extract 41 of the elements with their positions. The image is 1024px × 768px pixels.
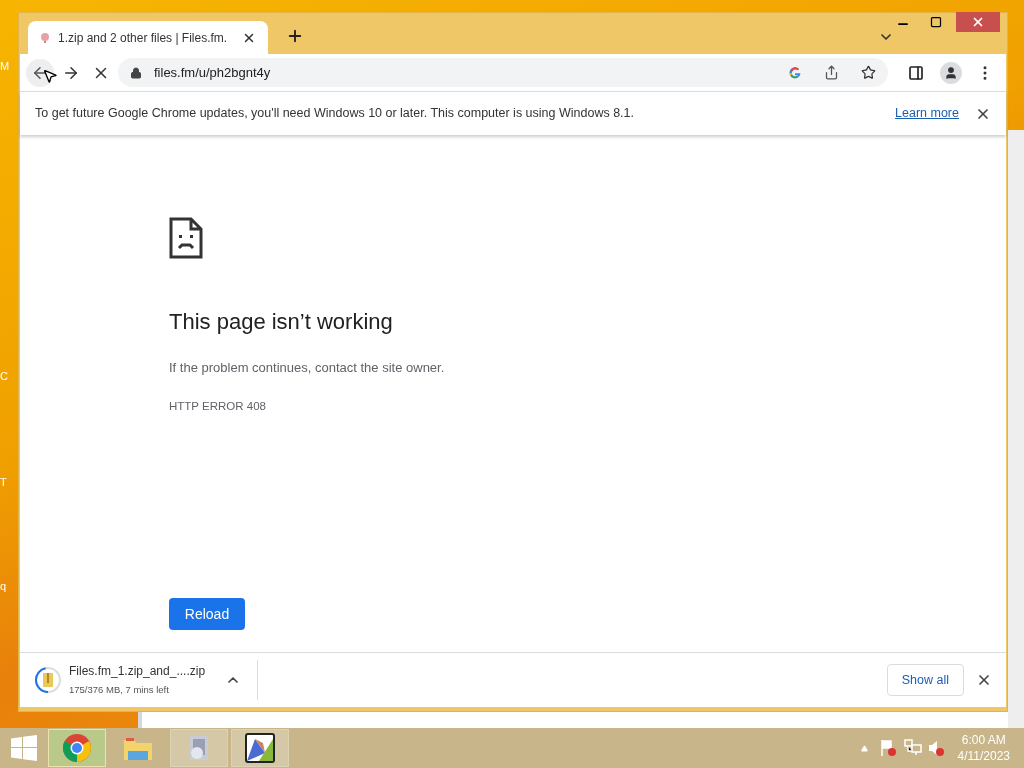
- desktop-icon-label: T: [0, 475, 8, 490]
- download-status: 175/376 MB, 7 mins left: [69, 683, 170, 698]
- error-message: If the problem continues, contact the site owner.: [169, 359, 446, 377]
- lock-icon: [130, 66, 142, 79]
- browser-tab[interactable]: 1.zip and 2 other files | Files.fm.: [28, 21, 268, 54]
- taskbar-app[interactable]: [231, 729, 289, 767]
- favicon-icon: [40, 32, 50, 43]
- google-icon[interactable]: [788, 65, 802, 80]
- desktop-icon-label: q: [0, 579, 8, 594]
- desktop-icon-label: M: [0, 59, 10, 74]
- bookmark-star-icon[interactable]: [861, 65, 876, 80]
- download-progress-ring: [34, 666, 62, 694]
- close-icon[interactable]: [976, 672, 992, 688]
- download-filename: Files.fm_1.zip_and_....zip: [69, 663, 207, 681]
- tab-title: 1.zip and 2 other files | Files.fm.: [58, 29, 229, 47]
- mouse-pointer-icon: [42, 68, 58, 84]
- flag-error-icon[interactable]: [879, 739, 898, 757]
- address-bar[interactable]: files.fm/u/ph2bgnt4y: [118, 58, 888, 87]
- clock-date: 4/11/2023: [957, 748, 1010, 764]
- mountain-chart-icon: [245, 733, 275, 763]
- chrome-icon: [62, 733, 92, 763]
- error-code: HTTP ERROR 408: [169, 398, 267, 414]
- person-icon: [944, 65, 958, 80]
- desktop-icon-label: C: [0, 369, 9, 384]
- speaker-muted-icon[interactable]: [927, 739, 946, 757]
- error-title: This page isn’t working: [169, 308, 394, 336]
- clock-time: 6:00 AM: [961, 732, 1006, 748]
- close-icon: [971, 15, 985, 29]
- windows-logo-icon: [11, 735, 37, 761]
- side-panel-icon[interactable]: [908, 64, 924, 81]
- learn-more-link[interactable]: Learn more: [895, 104, 959, 123]
- share-icon[interactable]: [824, 65, 839, 80]
- new-tab-icon[interactable]: [286, 27, 304, 45]
- info-message: To get future Google Chrome updates, you'll need Windows 10 or later. This computer is using Windows 8.1.: [35, 105, 635, 123]
- url-text: files.fm/u/ph2bgnt4y: [154, 63, 272, 82]
- maximize-icon[interactable]: [930, 16, 942, 28]
- close-window-button[interactable]: [956, 12, 1000, 32]
- profile-avatar[interactable]: [940, 61, 962, 84]
- reload-button[interactable]: Reload: [169, 598, 245, 630]
- sad-document-icon: [169, 217, 203, 259]
- show-all-button[interactable]: Show all: [886, 664, 964, 696]
